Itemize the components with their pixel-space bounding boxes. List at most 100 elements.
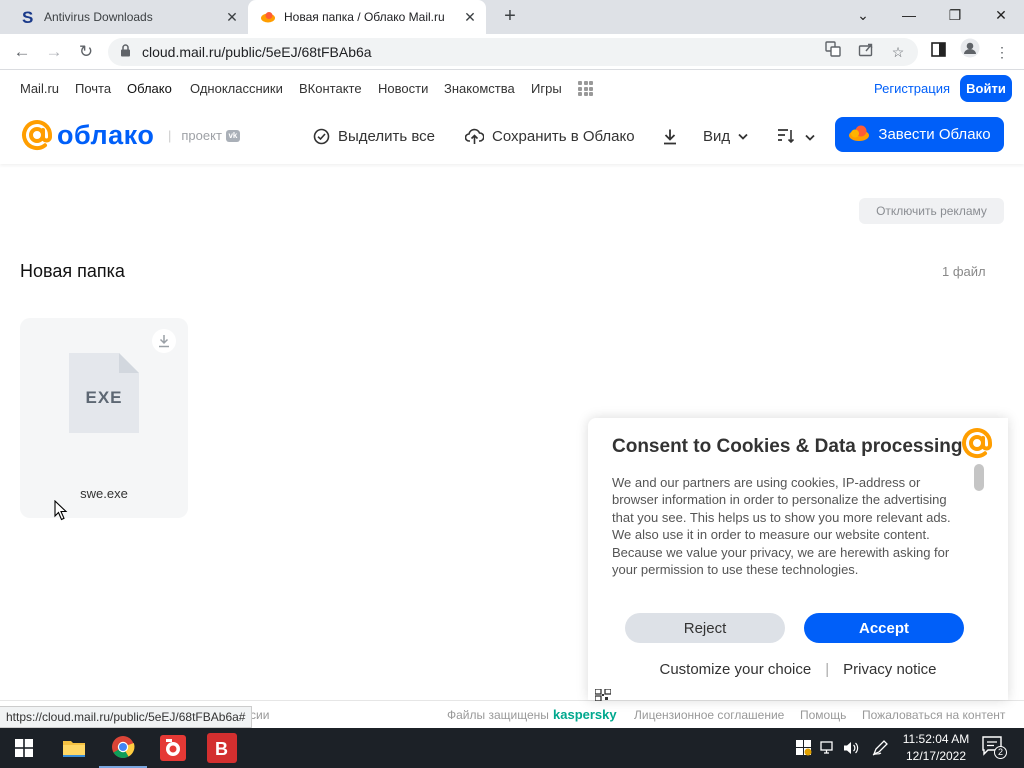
browser-tab-strip: S Antivirus Downloads ✕ Новая папка / Об… (0, 0, 1024, 34)
defender-shield-icon[interactable] (796, 740, 812, 756)
close-tab-icon[interactable]: ✕ (220, 9, 244, 26)
select-all-label: Выделить все (338, 127, 436, 145)
reload-button[interactable]: ↻ (72, 38, 100, 66)
forward-button[interactable]: → (40, 38, 68, 66)
footer-license-link[interactable]: Лицензионное соглашение (634, 708, 784, 722)
view-label: Вид (703, 127, 731, 145)
sort-icon (778, 129, 795, 144)
pen-icon[interactable] (872, 740, 888, 756)
translate-icon[interactable] (819, 38, 847, 66)
chrome-taskbar-item[interactable] (99, 728, 147, 768)
profile-avatar-icon[interactable] (956, 38, 984, 66)
tab-antivirus-downloads[interactable]: S Antivirus Downloads ✕ (8, 0, 248, 34)
project-label: проект (181, 128, 222, 143)
b-app-icon: B (207, 733, 237, 763)
lock-icon (120, 44, 134, 60)
nav-novosti[interactable]: Новости (378, 81, 428, 96)
save-to-cloud-button[interactable]: Сохранить в Облако (465, 126, 635, 146)
portal-navigation: Mail.ru Почта Облако Одноклассники ВКонт… (0, 71, 1024, 105)
cloud-favicon-icon (260, 9, 276, 25)
download-icon (159, 335, 169, 348)
customize-choice-link[interactable]: Customize your choice (659, 661, 811, 678)
register-link[interactable]: Регистрация (874, 81, 950, 96)
footer-help-link[interactable]: Помощь (800, 708, 846, 722)
browser-menu-icon[interactable]: ⋮ (988, 38, 1016, 66)
select-all-button[interactable]: Выделить все (313, 126, 435, 146)
get-cloud-button[interactable]: Завести Облако (835, 117, 1004, 152)
sort-dropdown[interactable] (777, 126, 815, 146)
site-s-icon: S (20, 9, 36, 25)
system-clock[interactable]: 11:52:04 AM 12/17/2022 (896, 731, 976, 765)
clock-date: 12/17/2022 (905, 749, 967, 763)
view-dropdown[interactable]: Вид (703, 126, 748, 146)
file-download-button[interactable] (152, 329, 176, 353)
chrome-icon (112, 736, 135, 758)
folder-title: Новая папка (20, 261, 125, 281)
svg-text:B: B (215, 739, 228, 759)
address-text: cloud.mail.ru/public/5eEJ/68tFBAb6a (142, 44, 372, 60)
logo-text: облако (57, 119, 155, 150)
reject-button[interactable]: Reject (625, 613, 785, 643)
file-name: swe.exe (80, 486, 128, 501)
tab-title: Новая папка / Облако Mail.ru (284, 10, 445, 24)
footer-protected: Файлы защищены (447, 708, 549, 722)
check-circle-icon (313, 128, 330, 145)
nav-vkontakte[interactable]: ВКонтакте (299, 81, 362, 96)
mouse-cursor-icon (54, 500, 68, 521)
cookie-consent-dialog: Consent to Cookies & Data processing We … (588, 418, 1008, 701)
project-badge: | проект vk (168, 128, 240, 143)
consent-body-text: We and our partners are using cookies, I… (612, 475, 951, 578)
chevron-down-icon (738, 129, 748, 143)
cloud-icon (848, 125, 870, 145)
status-bar-url: https://cloud.mail.ru/public/5eEJ/68tFBA… (0, 706, 253, 728)
consent-title: Consent to Cookies & Data processing (612, 436, 963, 457)
nav-mailru[interactable]: Mail.ru (20, 81, 59, 96)
mailru-at-logo-icon (962, 428, 992, 459)
close-tab-icon[interactable]: ✕ (458, 9, 482, 26)
clock-time: 11:52:04 AM (902, 732, 970, 746)
media-player-taskbar-item[interactable] (149, 728, 197, 768)
start-button[interactable] (0, 728, 48, 768)
side-panel-icon[interactable] (924, 38, 952, 66)
bookmark-star-icon[interactable]: ☆ (884, 38, 912, 66)
tab-search-chevron-icon[interactable]: ⌄ (840, 0, 886, 30)
back-button[interactable]: ← (8, 38, 36, 66)
consent-scrollbar[interactable] (974, 464, 984, 491)
close-window-button[interactable]: ✕ (978, 0, 1024, 30)
kaspersky-logo[interactable]: kaspersky (553, 707, 617, 722)
nav-igry[interactable]: Игры (531, 81, 562, 96)
share-icon[interactable] (852, 38, 880, 66)
accept-button[interactable]: Accept (804, 613, 964, 643)
minimize-button[interactable]: — (886, 0, 932, 30)
network-icon[interactable] (820, 741, 836, 755)
chevron-down-icon (805, 128, 815, 145)
nav-oblako[interactable]: Облако (127, 81, 172, 96)
volume-icon[interactable] (843, 740, 859, 756)
windows-logo-icon (15, 739, 33, 757)
b-app-taskbar-item[interactable]: B (198, 728, 246, 768)
cloud-logo[interactable]: облако (20, 118, 154, 152)
disable-ads-button[interactable]: Отключить рекламу (859, 198, 1004, 224)
qr-code-icon[interactable] (595, 689, 611, 701)
notifications-button[interactable]: 2 (982, 736, 1007, 760)
cloud-upload-icon (465, 128, 484, 145)
file-explorer-taskbar-item[interactable] (50, 728, 98, 768)
login-button[interactable]: Войти (960, 75, 1012, 102)
download-button[interactable] (662, 126, 678, 146)
address-bar[interactable]: cloud.mail.ru/public/5eEJ/68tFBAb6a (108, 38, 918, 66)
footer-partial-link[interactable]: сии (250, 708, 269, 722)
apps-grid-icon[interactable] (578, 81, 593, 96)
footer-complain-link[interactable]: Пожаловаться на контент (862, 708, 1005, 722)
consent-links: Customize your choice | Privacy notice (588, 661, 1008, 678)
tab-cloud-folder[interactable]: Новая папка / Облако Mail.ru ✕ (248, 0, 486, 34)
privacy-notice-link[interactable]: Privacy notice (843, 661, 936, 678)
folder-icon (63, 741, 85, 757)
new-tab-button[interactable]: + (498, 5, 522, 29)
browser-toolbar: ← → ↻ cloud.mail.ru/public/5eEJ/68tFBAb6… (0, 34, 1024, 70)
restore-button[interactable]: ❐ (932, 0, 978, 30)
get-cloud-label: Завести Облако (878, 126, 991, 143)
nav-znakomstva[interactable]: Знакомства (444, 81, 515, 96)
nav-pochta[interactable]: Почта (75, 81, 111, 96)
nav-odnoklassniki[interactable]: Одноклассники (190, 81, 283, 96)
file-card[interactable]: EXE swe.exe (20, 318, 188, 518)
